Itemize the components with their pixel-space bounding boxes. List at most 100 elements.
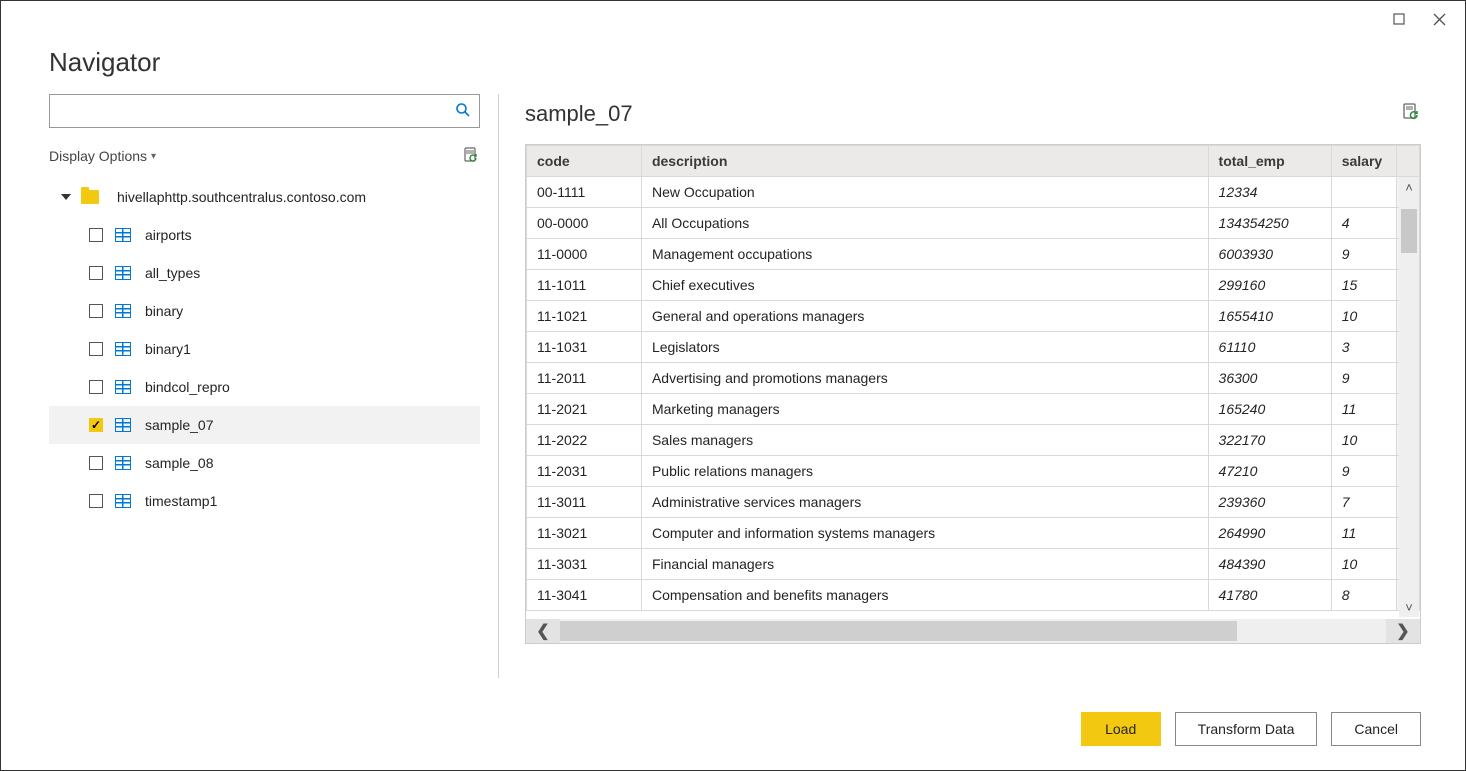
tree-item-label: binary1 <box>145 341 191 357</box>
search-icon <box>455 102 471 121</box>
cell-total_emp: 165240 <box>1208 394 1331 425</box>
scroll-up-icon[interactable]: ˄ <box>1399 177 1419 197</box>
window-maximize-button[interactable] <box>1379 5 1419 33</box>
hscroll-track[interactable] <box>560 619 1386 643</box>
tree-item-checkbox[interactable] <box>89 494 103 508</box>
scroll-left-icon[interactable]: ❮ <box>526 619 560 643</box>
table-row[interactable]: 11-0000Management occupations60039309 <box>527 239 1420 270</box>
vscroll-thumb[interactable] <box>1401 209 1417 253</box>
cell-total_emp: 299160 <box>1208 270 1331 301</box>
cell-code: 11-3031 <box>527 549 642 580</box>
tree-root-label: hivellaphttp.southcentralus.contoso.com <box>117 189 366 205</box>
cell-total_emp: 484390 <box>1208 549 1331 580</box>
table-row[interactable]: 11-2021Marketing managers16524011 <box>527 394 1420 425</box>
cell-salary: 7 <box>1331 487 1397 518</box>
table-row[interactable]: 11-2022Sales managers32217010 <box>527 425 1420 456</box>
col-header-total-emp[interactable]: total_emp <box>1208 146 1331 177</box>
cell-total_emp: 61110 <box>1208 332 1331 363</box>
cell-salary: 9 <box>1331 239 1397 270</box>
cell-salary: 10 <box>1331 301 1397 332</box>
scroll-right-icon[interactable]: ❯ <box>1386 619 1420 643</box>
cell-salary: 3 <box>1331 332 1397 363</box>
left-pane: Display Options ▾ hivellaphttp.southcent… <box>49 94 499 678</box>
scrollbar-header-stub <box>1397 146 1420 177</box>
tree-root-row[interactable]: hivellaphttp.southcentralus.contoso.com <box>49 178 480 216</box>
vscroll-track[interactable] <box>1399 197 1419 597</box>
cell-code: 00-0000 <box>527 208 642 239</box>
cell-salary: 10 <box>1331 425 1397 456</box>
table-row[interactable]: 11-3011Administrative services managers2… <box>527 487 1420 518</box>
table-row[interactable]: 00-1111New Occupation12334 <box>527 177 1420 208</box>
cell-code: 00-1111 <box>527 177 642 208</box>
dialog-title: Navigator <box>1 37 1465 94</box>
tree-item-checkbox[interactable] <box>89 228 103 242</box>
hscroll-thumb[interactable] <box>560 621 1237 641</box>
search-box[interactable] <box>49 94 480 128</box>
tree-item-label: sample_07 <box>145 417 214 433</box>
scroll-down-icon[interactable]: ˅ <box>1399 597 1419 617</box>
vertical-scrollbar[interactable]: ˄ ˅ <box>1399 177 1419 617</box>
cell-salary: 10 <box>1331 549 1397 580</box>
refresh-preview-icon[interactable] <box>462 147 480 165</box>
table-row[interactable]: 11-1031Legislators611103 <box>527 332 1420 363</box>
display-options-label: Display Options <box>49 148 147 164</box>
transform-data-button[interactable]: Transform Data <box>1175 712 1318 746</box>
cell-description: Legislators <box>641 332 1208 363</box>
cell-code: 11-1011 <box>527 270 642 301</box>
cell-total_emp: 41780 <box>1208 580 1331 611</box>
table-icon <box>115 304 131 318</box>
window-close-button[interactable] <box>1419 5 1459 33</box>
close-icon <box>1433 13 1446 26</box>
tree-item-binary[interactable]: binary <box>49 292 480 330</box>
cell-code: 11-3041 <box>527 580 642 611</box>
tree-item-checkbox[interactable] <box>89 266 103 280</box>
col-header-description[interactable]: description <box>641 146 1208 177</box>
col-header-salary[interactable]: salary <box>1331 146 1397 177</box>
cell-code: 11-2031 <box>527 456 642 487</box>
titlebar <box>1 1 1465 37</box>
table-row[interactable]: 11-3031Financial managers48439010 <box>527 549 1420 580</box>
cell-description: New Occupation <box>641 177 1208 208</box>
table-row[interactable]: 11-2031Public relations managers472109 <box>527 456 1420 487</box>
cell-description: Advertising and promotions managers <box>641 363 1208 394</box>
tree-item-timestamp1[interactable]: timestamp1 <box>49 482 480 520</box>
cancel-button[interactable]: Cancel <box>1331 712 1421 746</box>
table-row[interactable]: 00-0000All Occupations1343542504 <box>527 208 1420 239</box>
table-row[interactable]: 11-1011Chief executives29916015 <box>527 270 1420 301</box>
tree-item-checkbox[interactable] <box>89 304 103 318</box>
tree-item-all_types[interactable]: all_types <box>49 254 480 292</box>
cell-code: 11-1021 <box>527 301 642 332</box>
preview-pane: sample_07 code description <box>499 94 1421 678</box>
tree-item-bindcol_repro[interactable]: bindcol_repro <box>49 368 480 406</box>
table-row[interactable]: 11-1021General and operations managers16… <box>527 301 1420 332</box>
refresh-button[interactable] <box>1401 103 1421 126</box>
source-tree: hivellaphttp.southcentralus.contoso.com … <box>49 178 480 520</box>
horizontal-scrollbar[interactable]: ❮ ❯ <box>526 619 1420 643</box>
cell-salary: 15 <box>1331 270 1397 301</box>
search-input[interactable] <box>60 102 455 120</box>
data-table: code description total_emp salary 00-111… <box>526 145 1420 611</box>
tree-item-checkbox[interactable] <box>89 456 103 470</box>
col-header-code[interactable]: code <box>527 146 642 177</box>
table-row[interactable]: 11-3041Compensation and benefits manager… <box>527 580 1420 611</box>
table-row[interactable]: 11-3021Computer and information systems … <box>527 518 1420 549</box>
tree-item-binary1[interactable]: binary1 <box>49 330 480 368</box>
cell-salary <box>1331 177 1397 208</box>
cell-description: General and operations managers <box>641 301 1208 332</box>
display-options-dropdown[interactable]: Display Options ▾ <box>49 148 156 164</box>
tree-item-checkbox[interactable] <box>89 380 103 394</box>
tree-item-label: binary <box>145 303 183 319</box>
tree-item-sample_07[interactable]: sample_07 <box>49 406 480 444</box>
cell-code: 11-2022 <box>527 425 642 456</box>
tree-item-airports[interactable]: airports <box>49 216 480 254</box>
cell-total_emp: 47210 <box>1208 456 1331 487</box>
cell-description: Public relations managers <box>641 456 1208 487</box>
cell-code: 11-1031 <box>527 332 642 363</box>
tree-item-checkbox[interactable] <box>89 342 103 356</box>
tree-item-sample_08[interactable]: sample_08 <box>49 444 480 482</box>
data-table-viewport: code description total_emp salary 00-111… <box>526 145 1420 619</box>
tree-item-checkbox[interactable] <box>89 418 103 432</box>
cell-total_emp: 134354250 <box>1208 208 1331 239</box>
load-button[interactable]: Load <box>1081 712 1161 746</box>
table-row[interactable]: 11-2011Advertising and promotions manage… <box>527 363 1420 394</box>
